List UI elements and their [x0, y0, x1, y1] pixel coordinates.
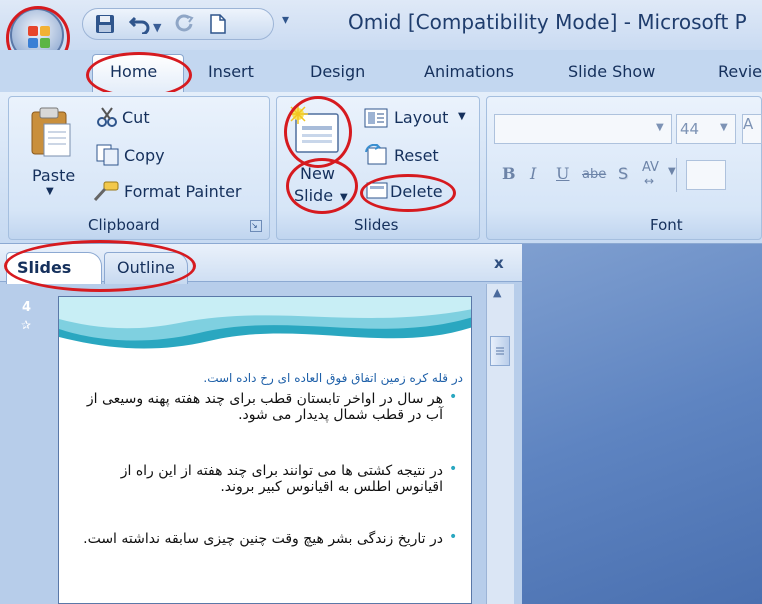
- tab-design[interactable]: Design: [310, 62, 365, 81]
- tab-home[interactable]: Home: [110, 62, 157, 81]
- italic-button[interactable]: I: [530, 164, 536, 183]
- tab-review[interactable]: Revie: [718, 62, 762, 81]
- delete-button[interactable]: Delete: [390, 182, 443, 201]
- character-spacing-icon: ↔: [644, 174, 655, 188]
- redo-icon[interactable]: [175, 14, 195, 37]
- format-painter-button[interactable]: Format Painter: [124, 182, 241, 201]
- window-title: Omid [Compatibility Mode] - Microsoft P: [348, 10, 747, 34]
- new-document-icon[interactable]: [209, 14, 227, 37]
- scroll-thumb[interactable]: [490, 336, 510, 366]
- underline-button[interactable]: U: [556, 164, 569, 183]
- office-logo-icon: [28, 26, 50, 48]
- font-size-value: 44: [680, 120, 700, 138]
- clipboard-group-label: Clipboard: [88, 216, 160, 234]
- format-painter-icon: [92, 180, 120, 206]
- clipboard-dialog-launcher-icon[interactable]: ↘: [250, 220, 262, 232]
- paste-button[interactable]: Paste: [32, 166, 75, 185]
- slide-title: در قله کره زمین اتفاق فوق العاده ای رخ د…: [203, 371, 463, 385]
- save-icon[interactable]: [95, 14, 115, 37]
- undo-dropdown-icon[interactable]: ▼: [153, 18, 161, 38]
- cut-button[interactable]: Cut: [122, 108, 150, 127]
- font-size-dropdown-icon[interactable]: ▼: [720, 122, 728, 133]
- font-group-label: Font: [650, 216, 683, 234]
- slides-group-label: Slides: [354, 216, 399, 234]
- paste-dropdown-icon[interactable]: ▼: [46, 186, 54, 197]
- tab-outline[interactable]: Outline: [104, 252, 188, 284]
- tab-slides[interactable]: Slides: [6, 252, 102, 284]
- scroll-up-icon[interactable]: ▲: [493, 286, 501, 299]
- grow-font-button[interactable]: A: [742, 114, 762, 144]
- bullet-icon: •: [449, 389, 458, 405]
- copy-button[interactable]: Copy: [124, 146, 165, 165]
- reset-button[interactable]: Reset: [394, 146, 439, 165]
- slide-transition-icon: ✰: [21, 318, 32, 332]
- strikethrough-button[interactable]: abe: [582, 167, 606, 182]
- layout-icon: [364, 108, 388, 132]
- slide-bullet-2: در نتیجه کشتی ها می توانند برای چند هفته…: [120, 463, 443, 495]
- new-slide-label-line1[interactable]: New: [300, 164, 335, 183]
- scroll-grip-icon: [496, 347, 504, 355]
- bullet-icon: •: [449, 529, 458, 545]
- font-name-dropdown-icon[interactable]: ▼: [656, 122, 664, 133]
- tab-animations[interactable]: Animations: [424, 62, 514, 81]
- slide-thumbnail[interactable]: در قله کره زمین اتفاق فوق العاده ای رخ د…: [58, 296, 472, 604]
- undo-icon[interactable]: [128, 14, 151, 37]
- font-name-combo[interactable]: [494, 114, 672, 144]
- text-shadow-button[interactable]: S: [618, 164, 628, 183]
- layout-dropdown-icon[interactable]: ▼: [458, 111, 466, 122]
- copy-icon: [96, 144, 120, 170]
- bullet-icon: •: [449, 461, 458, 477]
- tab-insert[interactable]: Insert: [208, 62, 254, 81]
- slide-bullet-1: هر سال در اواخر تابستان قطب برای چند هفت…: [86, 391, 443, 423]
- scissors-icon: [96, 106, 118, 132]
- pane-scrollbar[interactable]: [486, 284, 514, 604]
- tab-slides-label: Slides: [17, 258, 72, 277]
- reset-icon: [364, 143, 388, 170]
- new-slide-label-line2[interactable]: Slide: [294, 186, 333, 205]
- slide-editing-area: [522, 244, 762, 604]
- new-slide-icon[interactable]: [288, 104, 342, 164]
- font-color-button[interactable]: [686, 160, 726, 190]
- tab-slide-show[interactable]: Slide Show: [568, 62, 655, 81]
- font-group-divider: [676, 158, 677, 192]
- tab-outline-label: Outline: [117, 258, 175, 277]
- character-spacing-dropdown-icon[interactable]: ▼: [668, 166, 676, 177]
- quick-access-toolbar: ▼: [82, 8, 274, 40]
- delete-slide-icon: [366, 180, 388, 204]
- layout-button[interactable]: Layout: [394, 108, 448, 127]
- slide-wave-header-icon: [59, 297, 471, 349]
- customize-toolbar-icon[interactable]: ▾: [282, 12, 289, 28]
- slide-number: 4: [22, 300, 32, 315]
- slide-bullet-3: در تاریخ زندگی بشر هیچ وقت چنین چیزی ساب…: [83, 531, 443, 547]
- paste-icon[interactable]: [28, 106, 72, 162]
- character-spacing-button[interactable]: AV: [642, 160, 659, 175]
- new-slide-dropdown-icon[interactable]: ▼: [340, 192, 348, 203]
- bold-button[interactable]: B: [502, 164, 516, 183]
- close-pane-icon[interactable]: x: [494, 254, 504, 272]
